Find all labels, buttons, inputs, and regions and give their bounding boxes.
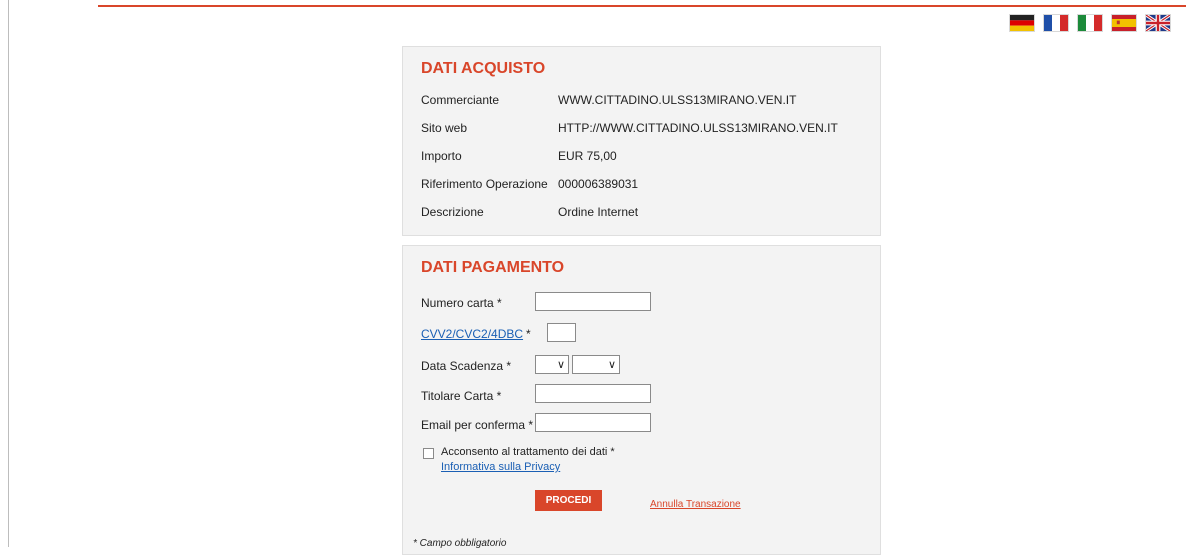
amount-label: Importo bbox=[421, 149, 462, 163]
email-input[interactable] bbox=[535, 413, 651, 432]
merchant-label: Commerciante bbox=[421, 93, 500, 107]
amount-row: Importo EUR 75,00 bbox=[421, 149, 871, 165]
cvv-label: CVV2/CVC2/4DBC * bbox=[421, 327, 531, 341]
reference-label: Riferimento Operazione bbox=[421, 177, 548, 191]
reference-row: Riferimento Operazione 000006389031 bbox=[421, 177, 871, 193]
payment-data-title: DATI PAGAMENTO bbox=[421, 259, 565, 276]
description-row: Descrizione Ordine Internet bbox=[421, 205, 871, 221]
card-number-input[interactable] bbox=[535, 292, 651, 311]
amount-value: EUR 75,00 bbox=[558, 149, 617, 163]
expiry-month-select[interactable]: ∨ bbox=[535, 355, 569, 374]
required-field-note: * Campo obbligatorio bbox=[413, 538, 507, 549]
left-border bbox=[8, 0, 9, 547]
website-label: Sito web bbox=[421, 121, 468, 135]
proceed-button[interactable]: PROCEDI bbox=[535, 490, 602, 511]
privacy-policy-link[interactable]: Informativa sulla Privacy bbox=[441, 461, 560, 473]
card-number-label: Numero carta * bbox=[421, 296, 502, 310]
chevron-down-icon: ∨ bbox=[607, 359, 616, 371]
uk-flag-icon[interactable] bbox=[1145, 14, 1171, 32]
consent-label: Acconsento al trattamento dei dati * bbox=[441, 446, 615, 458]
italian-flag-icon[interactable] bbox=[1077, 14, 1103, 32]
merchant-row: Commerciante WWW.CITTADINO.ULSS13MIRANO.… bbox=[421, 93, 871, 109]
email-redacted-value bbox=[537, 417, 649, 430]
language-selector bbox=[1009, 14, 1171, 32]
website-value: HTTP://WWW.CITTADINO.ULSS13MIRANO.VEN.IT bbox=[558, 121, 838, 135]
cardholder-input[interactable] bbox=[535, 384, 651, 403]
german-flag-icon[interactable] bbox=[1009, 14, 1035, 32]
top-accent-line bbox=[98, 5, 1186, 7]
chevron-down-icon: ∨ bbox=[556, 359, 565, 371]
purchase-data-title: DATI ACQUISTO bbox=[421, 60, 546, 77]
merchant-value: WWW.CITTADINO.ULSS13MIRANO.VEN.IT bbox=[558, 93, 797, 107]
website-row: Sito web HTTP://WWW.CITTADINO.ULSS13MIRA… bbox=[421, 121, 871, 137]
french-flag-icon[interactable] bbox=[1043, 14, 1069, 32]
expiry-year-select[interactable]: ∨ bbox=[572, 355, 620, 374]
reference-value: 000006389031 bbox=[558, 177, 639, 191]
description-value: Ordine Internet bbox=[558, 205, 639, 219]
payment-data-panel: DATI PAGAMENTO Numero carta * CVV2/CVC2/… bbox=[402, 245, 881, 555]
cvv-help-link[interactable]: CVV2/CVC2/4DBC bbox=[421, 327, 523, 341]
consent-checkbox[interactable] bbox=[423, 448, 434, 459]
email-label: Email per conferma * bbox=[421, 418, 534, 432]
expiry-selects: ∨ ∨ bbox=[535, 355, 625, 374]
purchase-data-panel: DATI ACQUISTO Commerciante WWW.CITTADINO… bbox=[402, 46, 881, 236]
expiry-label: Data Scadenza * bbox=[421, 359, 512, 373]
description-label: Descrizione bbox=[421, 205, 484, 219]
cvv-input[interactable] bbox=[547, 323, 576, 342]
cancel-transaction-link[interactable]: Annulla Transazione bbox=[650, 499, 741, 510]
cardholder-label: Titolare Carta * bbox=[421, 389, 502, 403]
spanish-flag-icon[interactable] bbox=[1111, 14, 1137, 32]
